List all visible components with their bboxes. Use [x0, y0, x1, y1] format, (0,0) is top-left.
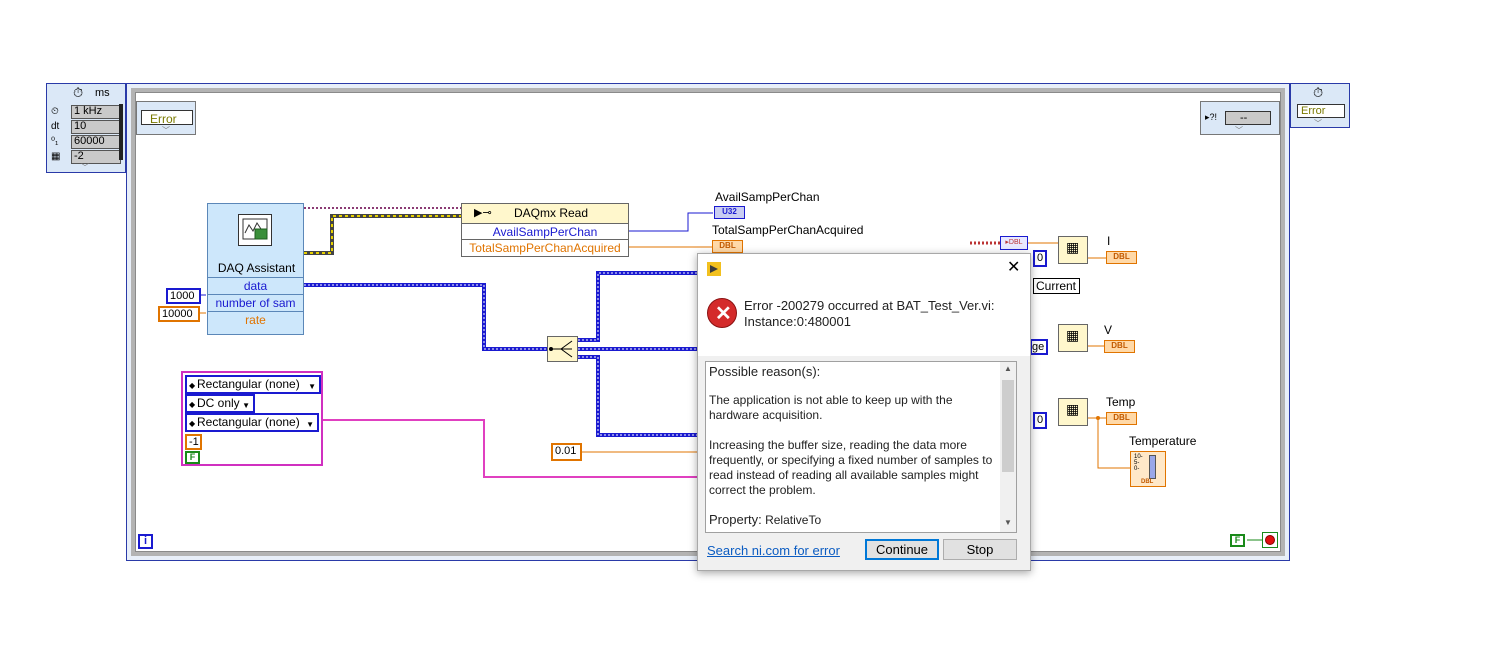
scrollbar-thumb[interactable]: [1002, 380, 1014, 472]
error-details-textbox[interactable]: Possible reason(s): The application is n…: [705, 361, 1017, 533]
continue-button[interactable]: Continue: [865, 539, 939, 560]
search-ni-link[interactable]: Search ni.com for error: [707, 543, 840, 558]
dialog-titlebar[interactable]: ✕: [698, 254, 1030, 284]
reason-header: Possible reason(s):: [709, 364, 821, 379]
reason-paragraph-2: Increasing the buffer size, reading the …: [709, 438, 993, 497]
labview-block-diagram: { "timing_left": { "unit": "ms", "rows":…: [0, 0, 1501, 665]
error-dialog[interactable]: ✕ ✕ Error -200279 occurred at BAT_Test_V…: [697, 253, 1031, 571]
close-icon[interactable]: ✕: [1007, 257, 1020, 277]
details-scrollbar[interactable]: ▲ ▼: [1000, 362, 1016, 532]
error-title-line1: Error -200279 occurred at BAT_Test_Ver.v…: [744, 298, 995, 313]
property-value: RelativeTo: [765, 513, 822, 527]
labview-logo-icon: [707, 262, 721, 276]
property-label: Property:: [709, 512, 762, 527]
error-details-content: Possible reason(s): The application is n…: [709, 364, 999, 528]
error-icon: ✕: [707, 298, 737, 328]
scroll-down-icon[interactable]: ▼: [1004, 518, 1012, 527]
reason-paragraph-1: The application is not able to keep up w…: [709, 393, 953, 422]
error-title-line2: Instance:0:480001: [744, 314, 851, 329]
scroll-up-icon[interactable]: ▲: [1004, 364, 1012, 373]
dialog-header-area: ✕ Error -200279 occurred at BAT_Test_Ver…: [698, 284, 1030, 356]
stop-button[interactable]: Stop: [943, 539, 1017, 560]
